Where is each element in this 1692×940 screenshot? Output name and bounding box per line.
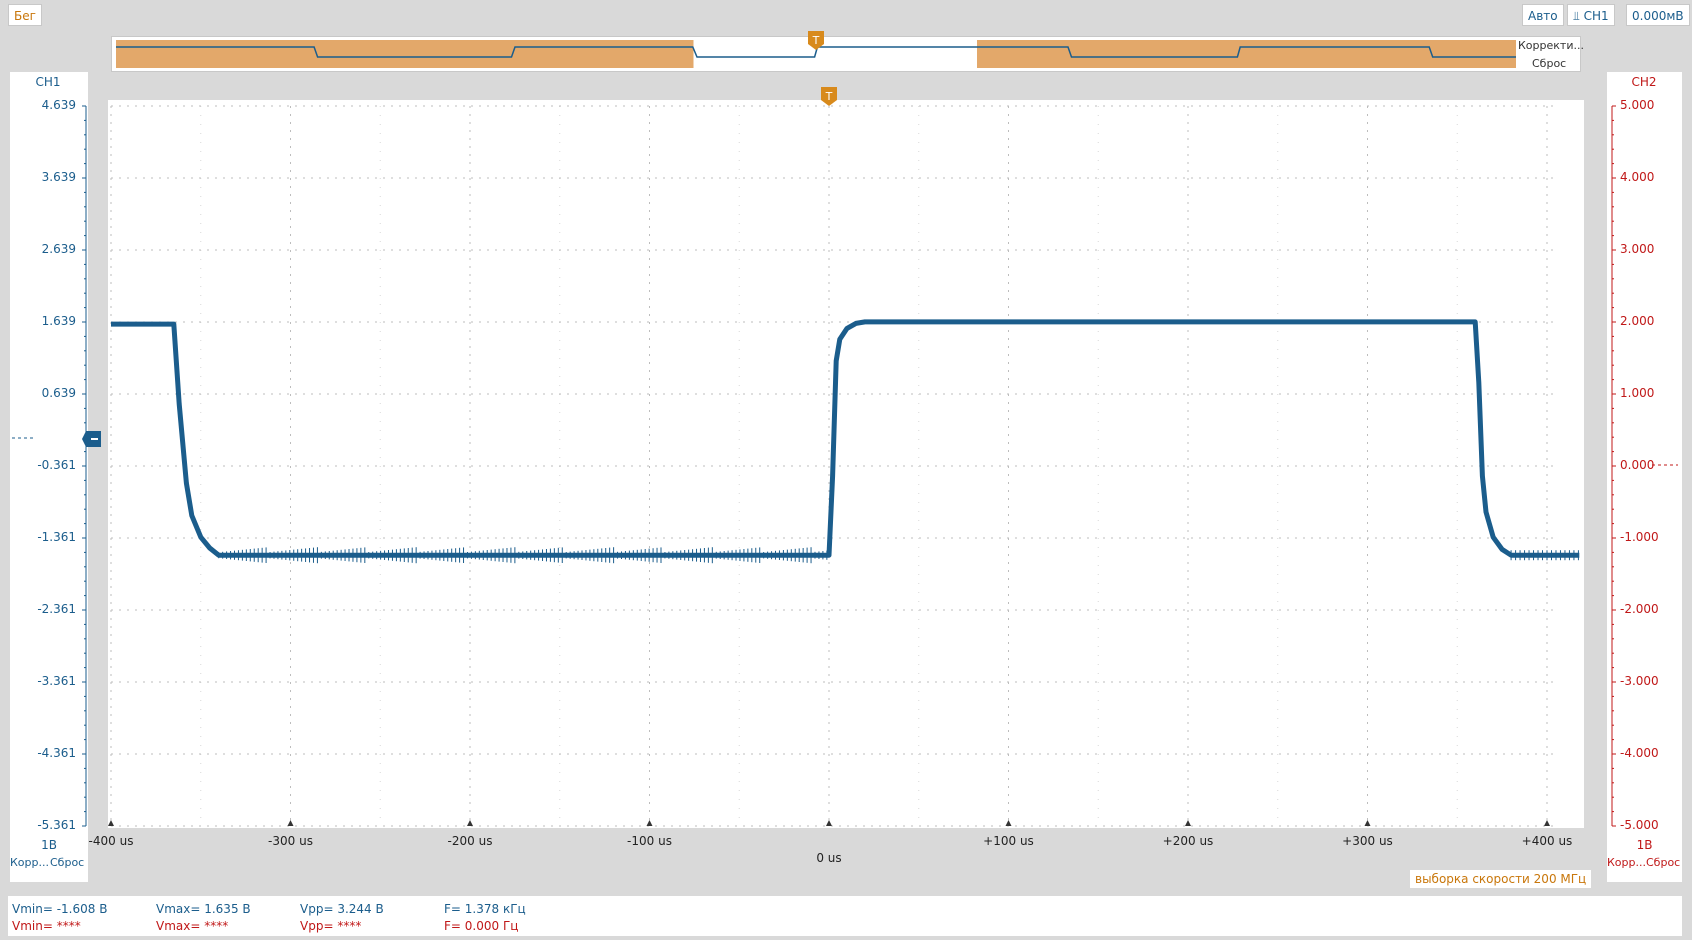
ch2-vpp: Vpp= **** (300, 919, 362, 933)
ch2-frequency: F= 0.000 Гц (444, 919, 519, 933)
oscilloscope-canvas: TT (12, 31, 1678, 827)
time-axis-tick-icon (1185, 820, 1191, 826)
time-axis-tick-icon (108, 820, 114, 826)
ch1-vpp: Vpp= 3.244 В (300, 902, 384, 916)
ch1-frequency: F= 1.378 кГц (444, 902, 526, 916)
time-axis-tick-icon (287, 820, 294, 826)
sample-rate-label: выборка скорости 200 МГц (1410, 870, 1592, 888)
trigger-position-marker-label: T (825, 90, 833, 103)
time-axis-tick-icon (1364, 820, 1371, 826)
time-axis-tick-icon (1005, 820, 1012, 826)
ch2-vmin: Vmin= **** (12, 919, 81, 933)
time-axis-tick-icon (826, 820, 832, 826)
ch1-waveform (111, 319, 1580, 558)
overview-window-right (977, 40, 1516, 68)
ch1-vmax: Vmax= 1.635 В (156, 902, 251, 916)
time-axis-tick-icon (646, 820, 653, 826)
overview-window-left (116, 40, 694, 68)
overview-trigger-marker-label: T (812, 34, 820, 47)
time-axis-tick-icon (467, 820, 473, 826)
ch1-vmin: Vmin= -1.608 В (12, 902, 108, 916)
ch2-vmax: Vmax= **** (156, 919, 229, 933)
measurements-panel (8, 896, 1682, 936)
time-axis-tick-icon (1544, 820, 1550, 826)
